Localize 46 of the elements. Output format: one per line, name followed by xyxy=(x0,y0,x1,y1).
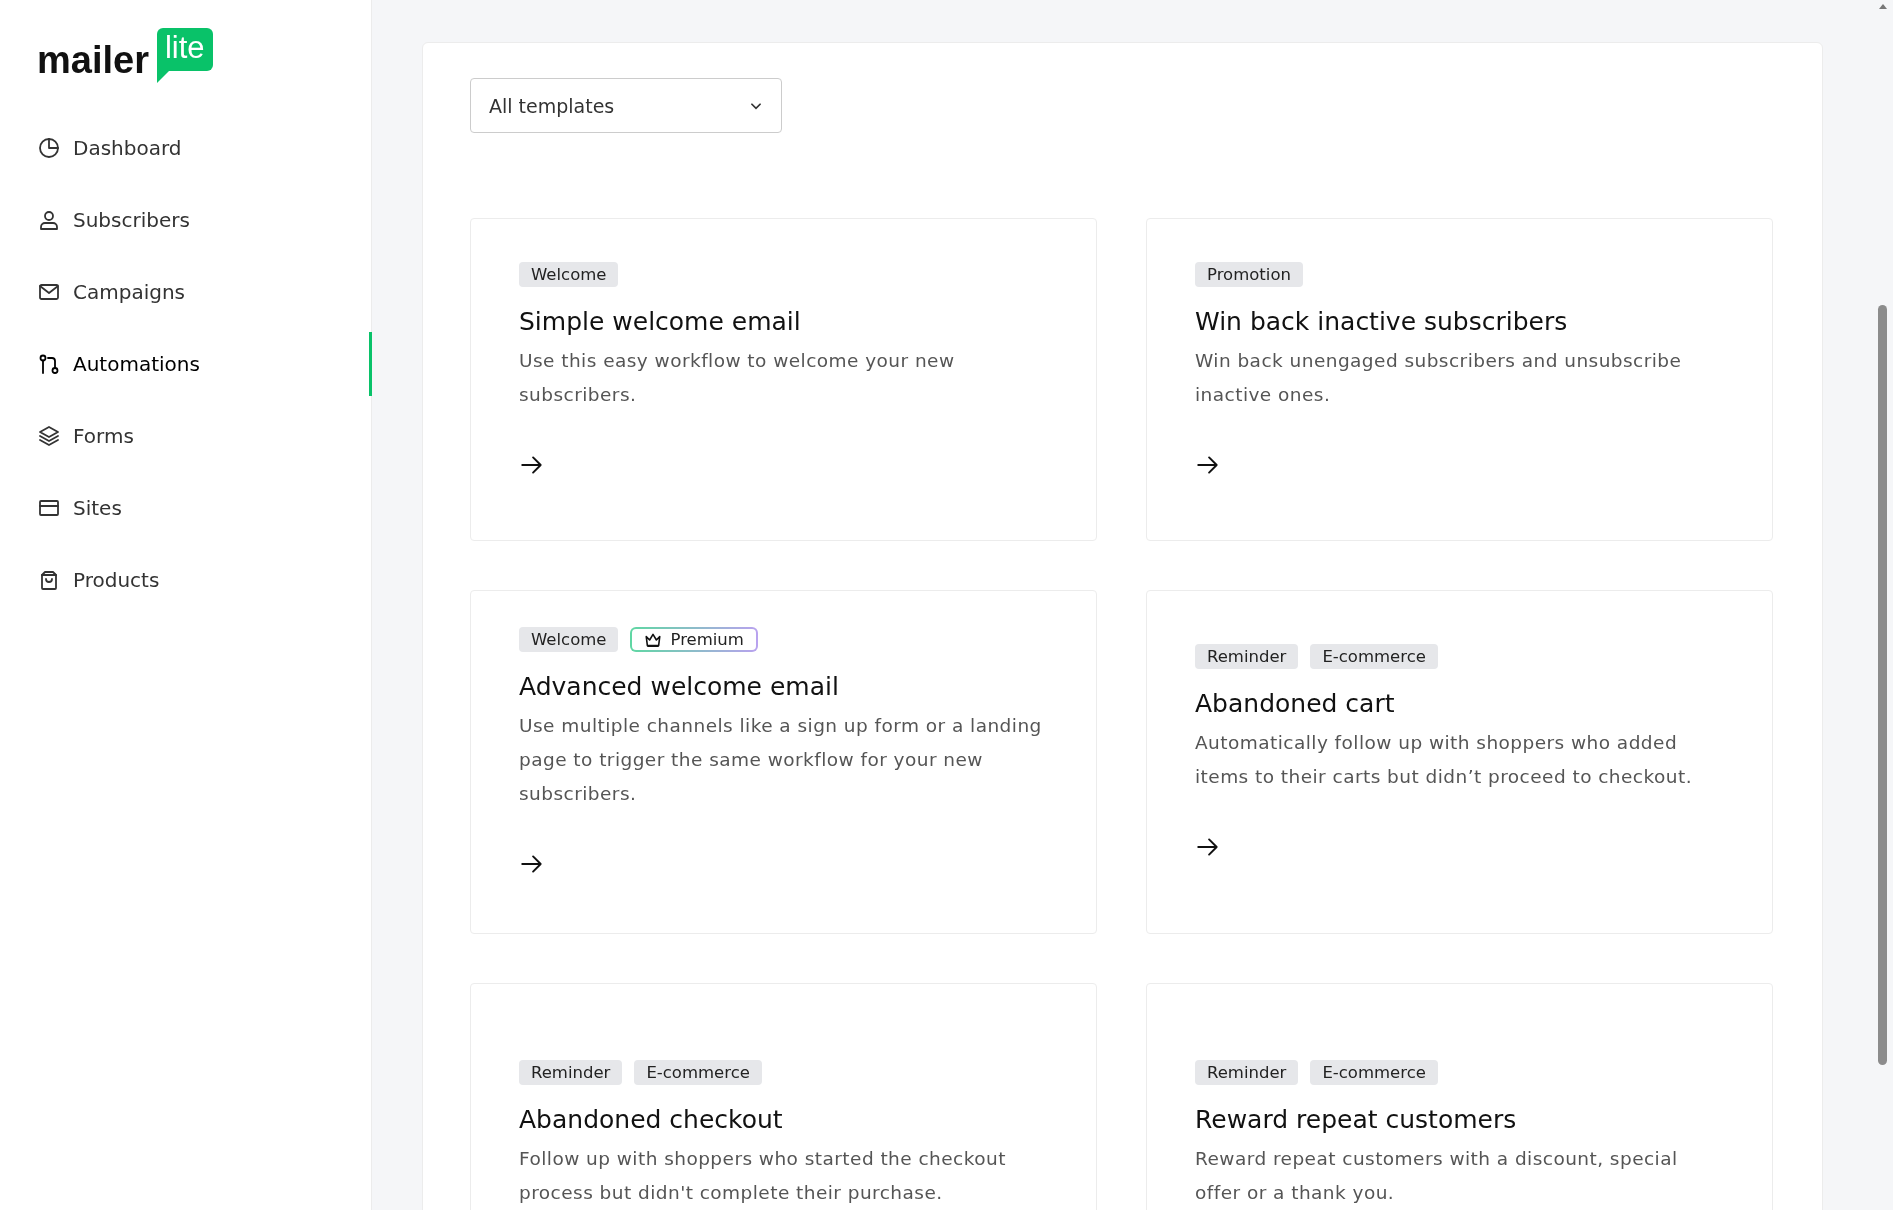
template-filter-dropdown[interactable]: All templates xyxy=(470,78,782,133)
nav-item[interactable]: Subscribers xyxy=(0,184,371,256)
category-tag: E-commerce xyxy=(1310,644,1438,669)
category-tag: E-commerce xyxy=(634,1059,762,1085)
nav-item[interactable]: Sites xyxy=(0,472,371,544)
template-description: Use this easy workflow to welcome your new subscribers. xyxy=(519,348,956,407)
category-tag: Welcome xyxy=(519,627,619,652)
template-card[interactable]: Reminder E-commerce Reward repeat customers Reward repeat customers with a discount, special offer or a thank you. xyxy=(1146,983,1773,1210)
logo-wordmark: mailer xyxy=(37,40,149,80)
scroll-up-icon[interactable] xyxy=(1878,2,1888,10)
template-title: Abandoned cart xyxy=(1195,689,1396,718)
template-description: Win back unengaged subscribers and unsubscribe inactive ones. xyxy=(1195,348,1683,407)
template-description: Follow up with shoppers who started the checkout process but didn't complete their purchase. xyxy=(519,1146,1007,1205)
template-title: Advanced welcome email xyxy=(519,672,840,701)
template-card[interactable]: Welcome Premium Advanced welcome email Use multiple channels like a sign up form or a landing page to trigger the same workflow for your new subscribers. xyxy=(470,590,1097,934)
nav-item[interactable]: Dashboard xyxy=(0,112,371,184)
template-card[interactable]: Welcome Simple welcome email Use this easy workflow to welcome your new subscribers. xyxy=(470,218,1097,541)
pie-chart-icon xyxy=(37,136,61,160)
template-title: Win back inactive subscribers xyxy=(1195,306,1569,336)
template-title: Simple welcome email xyxy=(519,306,802,336)
nav-item[interactable]: Products xyxy=(0,544,371,616)
nav-item[interactable]: Forms xyxy=(0,400,371,472)
template-description: Use multiple channels like a sign up form or a landing page to trigger the same workflow for your new subscribers. xyxy=(519,714,1043,806)
template-card[interactable]: Reminder E-commerce Abandoned cart Automatically follow up with shoppers who added items to their carts but didn’t proceed to checkout. xyxy=(1146,590,1773,934)
category-tag: Reminder xyxy=(1195,644,1299,669)
scrollbar-thumb[interactable] xyxy=(1878,305,1887,1065)
template-title: Reward repeat customers xyxy=(1195,1104,1518,1134)
nav-item[interactable]: Automations xyxy=(0,328,371,400)
category-tag: Reminder xyxy=(1195,1059,1299,1085)
category-tag: Welcome xyxy=(519,261,619,287)
layers-icon xyxy=(37,424,61,448)
category-tag: Promotion xyxy=(1195,261,1303,287)
crown-icon xyxy=(644,631,663,648)
template-title: Abandoned checkout xyxy=(519,1104,784,1134)
person-icon xyxy=(37,208,61,232)
template-card[interactable]: Promotion Win back inactive subscribers Win back unengaged subscribers and unsubscribe inactive ones. xyxy=(1146,218,1773,541)
premium-tag: Premium xyxy=(630,627,758,652)
nav-item[interactable]: Campaigns xyxy=(0,256,371,328)
template-description: Reward repeat customers with a discount, special offer or a thank you. xyxy=(1195,1146,1679,1205)
category-tag: Reminder xyxy=(519,1059,623,1085)
logo-tail-icon xyxy=(156,71,169,83)
template-description: Automatically follow up with shoppers who added items to their carts but didn’t proceed to checkout. xyxy=(1195,731,1693,789)
template-card[interactable]: Reminder E-commerce Abandoned checkout Follow up with shoppers who started the checkout process but didn't complete their purchase. xyxy=(470,983,1097,1210)
category-tag: E-commerce xyxy=(1310,1059,1438,1085)
workflow-icon xyxy=(37,352,61,376)
logo-badge: lite xyxy=(156,28,213,71)
